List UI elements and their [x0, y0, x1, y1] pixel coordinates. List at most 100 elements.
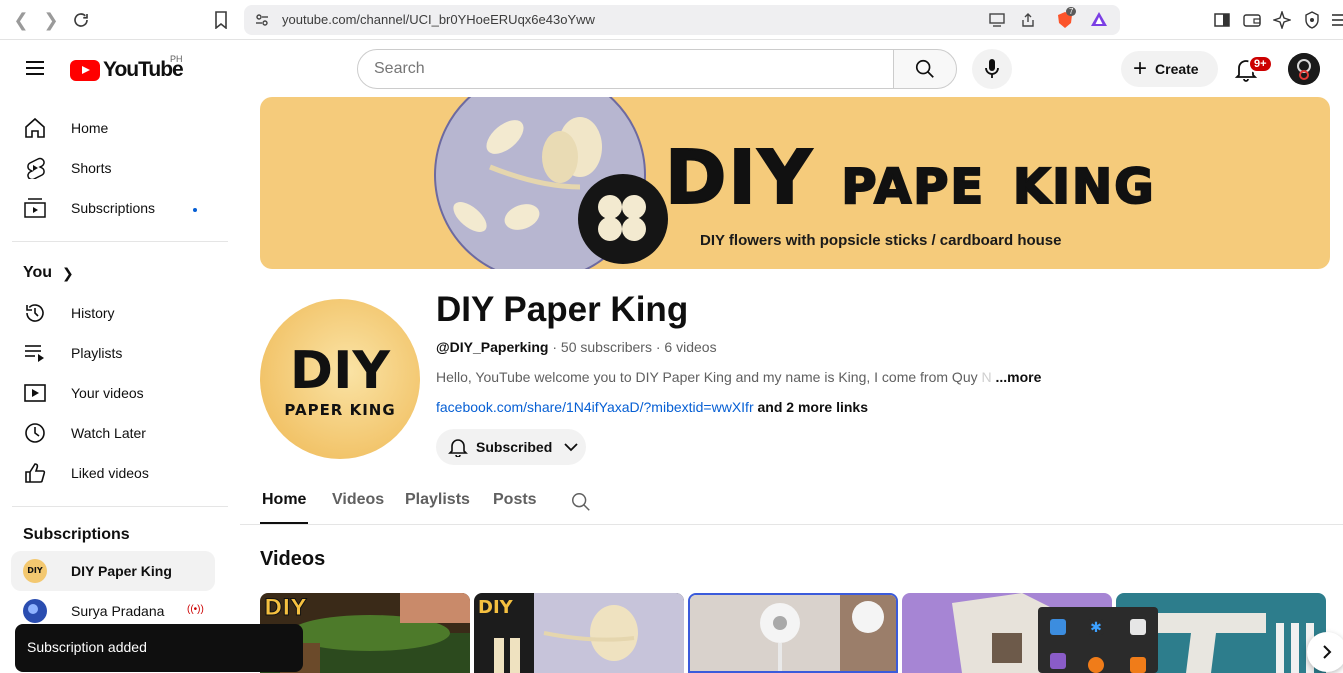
youtube-logo[interactable]: YouTube PH	[70, 54, 184, 82]
account-avatar[interactable]	[1288, 53, 1320, 85]
sidebar-subscriptions-heading: Subscriptions	[23, 526, 130, 543]
app-tray-icon[interactable]	[1130, 657, 1146, 673]
active-tab-indicator	[260, 522, 308, 524]
banner-title-pape: PAPE	[840, 158, 986, 216]
subscribed-button[interactable]: Subscribed	[436, 429, 586, 465]
browser-toolbar: ❮ ❯ youtube.com/channel/UCI_br0YHoeERUqx…	[0, 0, 1343, 40]
sidebar-item-liked-videos[interactable]: Liked videos	[11, 453, 215, 493]
sidebar-toggle-icon[interactable]	[1212, 10, 1232, 30]
back-icon[interactable]: ❮	[10, 9, 32, 31]
security-shield-icon[interactable]	[1130, 619, 1146, 635]
guide-menu-icon[interactable]	[16, 49, 54, 87]
tab-home[interactable]: Home	[262, 491, 306, 509]
site-settings-icon[interactable]	[254, 12, 270, 33]
sidebar-item-label: Home	[71, 120, 109, 136]
search-button[interactable]	[893, 49, 957, 89]
sidebar-item-subscriptions[interactable]: Subscriptions	[11, 188, 215, 228]
app-tray-icon[interactable]	[1050, 653, 1066, 669]
country-code: PH	[170, 54, 183, 64]
video-thumbnail[interactable]	[688, 593, 898, 673]
reload-icon[interactable]	[70, 9, 92, 31]
live-indicator-icon: ((•))	[187, 604, 204, 615]
url-text: youtube.com/channel/UCI_br0YHoeERUqx6e43…	[282, 12, 595, 27]
chevron-down-icon	[564, 443, 578, 452]
sidebar: Home Shorts Subscriptions You ❯ History …	[0, 98, 240, 673]
svg-text:DIY: DIY	[478, 597, 514, 618]
sidebar-item-label: History	[71, 305, 115, 321]
channel-avatar-text-top: DIY	[289, 341, 391, 401]
banner-title: DIY PAPE KING	[664, 134, 1156, 222]
video-thumbnail[interactable]: DIY	[474, 593, 684, 673]
share-icon[interactable]	[1020, 12, 1036, 33]
browser-menu-icon[interactable]	[1328, 10, 1343, 30]
description-more-button[interactable]: ...more	[996, 369, 1042, 385]
address-bar[interactable]: youtube.com/channel/UCI_br0YHoeERUqx6e43…	[244, 5, 1120, 35]
you-heading-label: You	[23, 264, 53, 281]
home-icon	[23, 116, 47, 140]
sidebar-you-heading[interactable]: You ❯	[23, 264, 74, 282]
watch-later-icon	[23, 421, 47, 445]
sidebar-item-label: Playlists	[71, 345, 123, 361]
your-videos-icon	[23, 381, 47, 405]
sidebar-item-label: Your videos	[71, 385, 144, 401]
description-text: Hello, YouTube welcome you to DIY Paper …	[436, 369, 982, 385]
facebook-link[interactable]: facebook.com/share/1N4ifYaxaD/?mibextid=…	[436, 399, 754, 415]
bell-icon	[448, 439, 468, 457]
forward-icon[interactable]: ❯	[40, 9, 62, 31]
search-box	[357, 49, 957, 89]
sidebar-item-playlists[interactable]: Playlists	[11, 333, 215, 373]
channel-description[interactable]: Hello, YouTube welcome you to DIY Paper …	[436, 369, 1041, 385]
wallet-icon[interactable]	[1242, 10, 1262, 30]
sidebar-item-your-videos[interactable]: Your videos	[11, 373, 215, 413]
notifications-badge: 9+	[1248, 55, 1273, 73]
search-input[interactable]	[357, 49, 894, 89]
sidebar-item-label: Subscriptions	[71, 200, 156, 216]
leo-ai-icon[interactable]	[1272, 10, 1292, 30]
tab-posts[interactable]: Posts	[493, 491, 537, 509]
voice-search-button[interactable]	[972, 49, 1012, 89]
shields-count-badge: 7	[1066, 7, 1077, 16]
carousel-next-button[interactable]	[1307, 632, 1343, 672]
app-tray-icon[interactable]	[1088, 657, 1104, 673]
plus-icon: +	[1133, 55, 1148, 82]
sidebar-item-watch-later[interactable]: Watch Later	[11, 413, 215, 453]
microphone-icon	[985, 59, 999, 78]
channel-avatar-text-bottom: PAPER KING	[284, 401, 396, 419]
more-links-button[interactable]: and 2 more links	[758, 399, 868, 415]
notifications-button[interactable]: 9+	[1230, 53, 1273, 85]
sidebar-item-home[interactable]: Home	[11, 108, 215, 148]
subscribed-label: Subscribed	[476, 439, 553, 455]
channel-search-icon[interactable]	[570, 491, 592, 518]
banner-subtitle: DIY flowers with popsicle sticks / cardb…	[700, 232, 1062, 249]
tab-playlists[interactable]: Playlists	[405, 491, 470, 509]
vpn-icon[interactable]	[1302, 10, 1322, 30]
sidebar-sub-diy-paper-king[interactable]: DIY DIY Paper King	[11, 551, 215, 591]
channel-banner: DIY PAPE KING DIY flowers with popsicle …	[260, 97, 1330, 269]
bluetooth-icon[interactable]: ✱	[1088, 619, 1104, 635]
toast-notification: Subscription added	[15, 624, 303, 672]
sidebar-item-shorts[interactable]: Shorts	[11, 148, 215, 188]
create-button[interactable]: + Create	[1121, 51, 1218, 87]
cast-icon[interactable]	[988, 12, 1006, 33]
brave-shields-icon[interactable]: 7	[1056, 7, 1077, 34]
banner-title-king: KING	[1012, 158, 1156, 216]
tab-videos[interactable]: Videos	[332, 491, 384, 509]
network-icon[interactable]	[1050, 619, 1066, 635]
new-content-dot	[193, 208, 197, 212]
system-tray-popup: ✱	[1038, 607, 1158, 673]
sidebar-item-history[interactable]: History	[11, 293, 215, 333]
playlists-icon	[23, 341, 47, 365]
channel-meta: @DIY_Paperking · 50 subscribers · 6 vide…	[436, 339, 717, 355]
subscriptions-icon	[23, 196, 47, 220]
channel-tabs: Home Videos Playlists Posts	[240, 478, 1343, 525]
liked-videos-icon	[23, 461, 47, 485]
sidebar-item-label: Liked videos	[71, 465, 149, 481]
channel-avatar[interactable]: DIY PAPER KING	[260, 299, 420, 459]
youtube-play-icon	[70, 59, 100, 81]
channel-name: DIY Paper King	[436, 290, 689, 329]
channel-avatar-icon	[23, 599, 47, 623]
sidebar-item-label: DIY Paper King	[71, 563, 172, 579]
brave-rewards-icon[interactable]	[1090, 11, 1108, 32]
bookmark-icon[interactable]	[210, 9, 232, 31]
sidebar-item-label: Shorts	[71, 160, 112, 176]
